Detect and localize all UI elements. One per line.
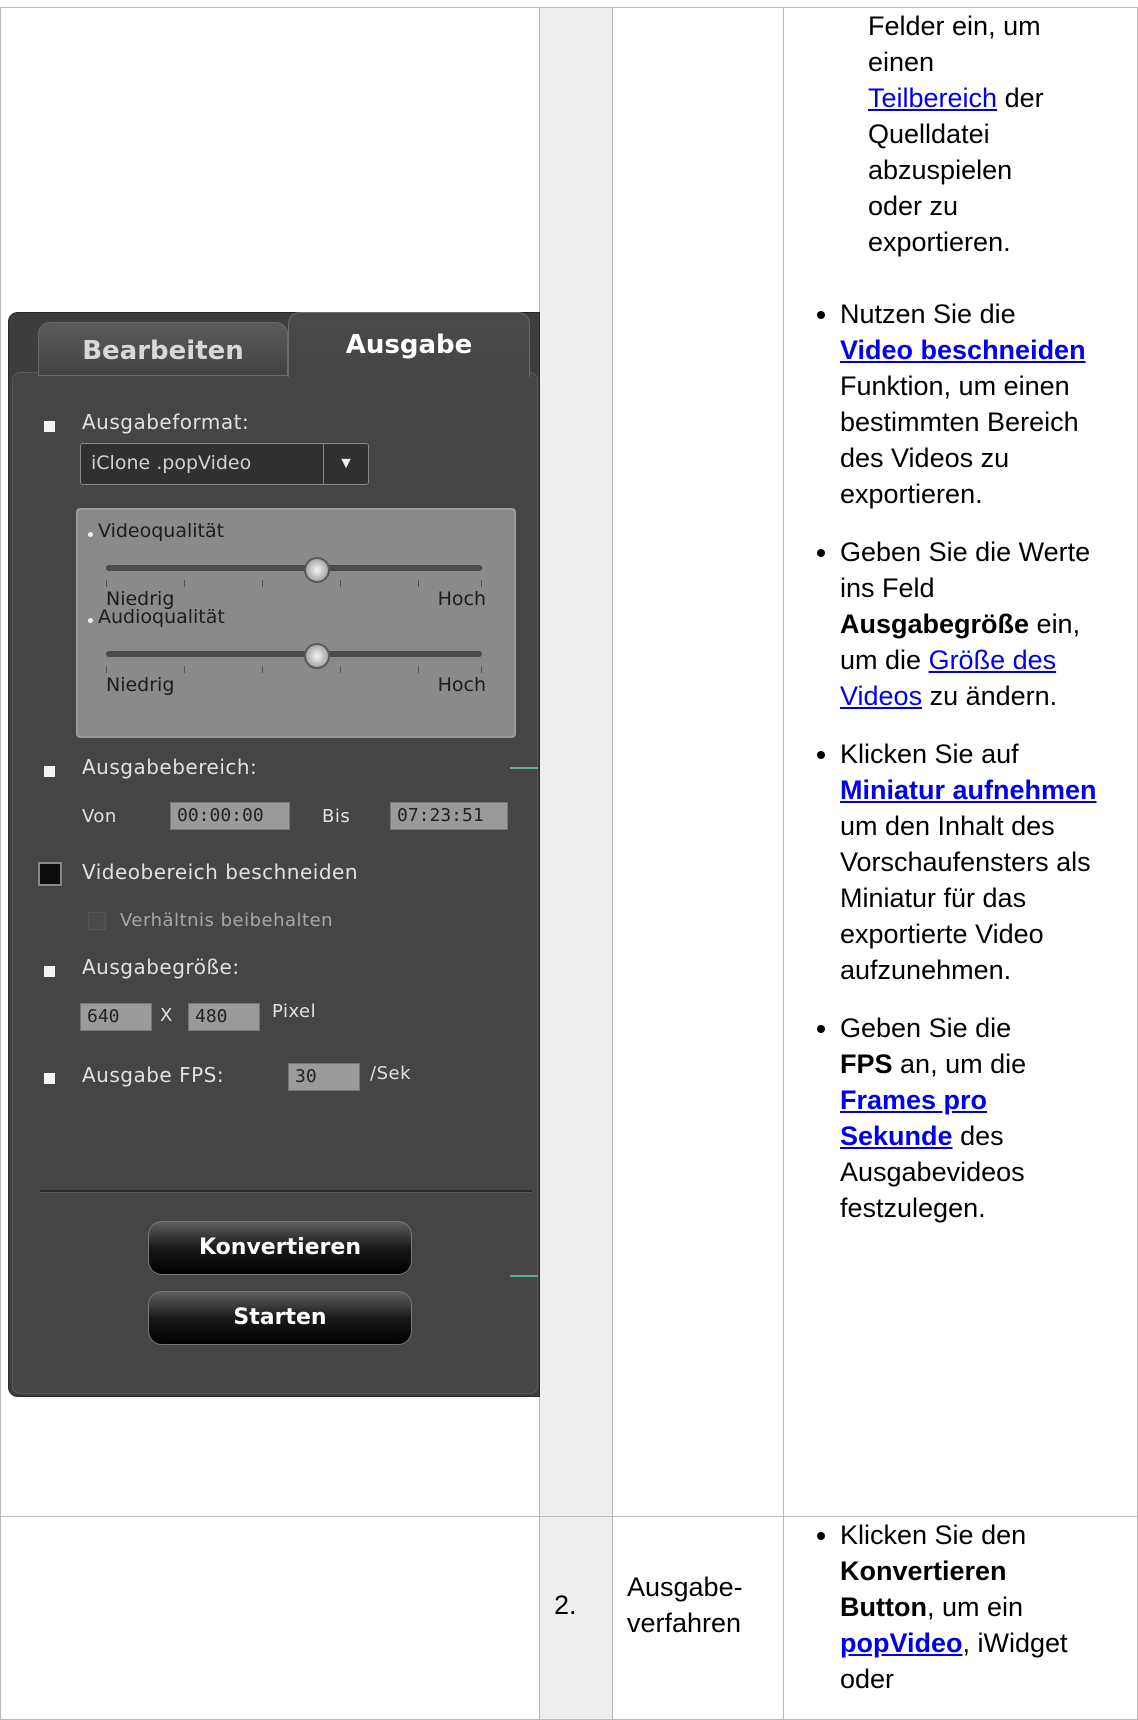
tick bbox=[481, 666, 482, 673]
bullet-text: Klicken Sie den bbox=[840, 1520, 1027, 1550]
intro-line-4: Quelldatei bbox=[868, 119, 990, 149]
audio-high-label: Hoch bbox=[437, 674, 486, 696]
from-label: Von bbox=[82, 806, 117, 827]
audio-quality-slider[interactable] bbox=[106, 651, 482, 657]
intro-line-2: einen bbox=[868, 47, 935, 77]
fps-label: Ausgabe FPS: bbox=[82, 1063, 225, 1087]
teilbereich-link[interactable]: Teilbereich bbox=[868, 83, 997, 113]
audio-quality-knob[interactable] bbox=[303, 643, 330, 669]
tab-bearbeiten[interactable]: Bearbeiten bbox=[38, 322, 288, 376]
tick bbox=[418, 666, 419, 673]
width-input[interactable]: 640 bbox=[80, 1003, 152, 1031]
tick bbox=[418, 580, 419, 587]
crop-label: Videobereich beschneiden bbox=[82, 860, 359, 884]
bullet-fps: Geben Sie die FPS an, um die Frames pro … bbox=[840, 1010, 1104, 1226]
video-quality-knob[interactable] bbox=[303, 557, 330, 583]
step-number: 2. bbox=[554, 1590, 577, 1620]
bullet-output-size: Geben Sie die Werte ins Feld Ausgabegröß… bbox=[840, 534, 1104, 714]
bullet-dot-icon bbox=[88, 532, 93, 537]
divider-accent bbox=[510, 767, 538, 769]
start-button[interactable]: Starten bbox=[148, 1291, 412, 1345]
section-bullet bbox=[44, 766, 55, 777]
video-quality-label: Videoqualität bbox=[98, 520, 225, 542]
popvideo-link[interactable]: popVideo bbox=[840, 1628, 963, 1658]
tick bbox=[481, 580, 482, 587]
from-time-input[interactable]: 00:00:00 bbox=[170, 802, 290, 830]
bullet-convert: Klicken Sie den Konvertieren Button, um … bbox=[840, 1517, 1104, 1697]
keep-ratio-checkbox[interactable] bbox=[88, 912, 106, 930]
bullet-video-crop: Nutzen Sie die Video beschneiden Funktio… bbox=[840, 296, 1104, 512]
per-sec-label: /Sek bbox=[370, 1063, 411, 1084]
tick bbox=[262, 666, 263, 673]
x-label: X bbox=[160, 1005, 173, 1026]
bullet-text: Funktion, um einen bestimmten Bereich de… bbox=[840, 371, 1079, 509]
bullet-text: , um ein bbox=[926, 1592, 1024, 1622]
bold-term: FPS bbox=[840, 1049, 893, 1079]
bullet-text: um den Inhalt des Vorschaufensters als M… bbox=[840, 811, 1091, 985]
keep-ratio-label: Verhältnis beibehalten bbox=[120, 910, 334, 931]
bullet-text: zu ändern. bbox=[929, 681, 1058, 711]
intro-line-6: oder zu bbox=[868, 191, 959, 221]
crop-checkbox[interactable] bbox=[38, 862, 62, 886]
intro-line-7: exportieren. bbox=[868, 227, 1011, 257]
audio-quality-label: Audioqualität bbox=[98, 606, 225, 628]
to-label: Bis bbox=[322, 806, 351, 827]
step-name-cell-2: Ausgabe-verfahren bbox=[612, 1516, 784, 1720]
step-name-cell bbox=[612, 7, 784, 1517]
divider-accent bbox=[510, 1275, 538, 1277]
panel-divider bbox=[40, 1190, 532, 1193]
screenshot-cell-2 bbox=[0, 1516, 540, 1720]
video-quality-slider[interactable] bbox=[106, 565, 482, 571]
convert-button[interactable]: Konvertieren bbox=[148, 1221, 412, 1275]
bullet-text: Klicken Sie auf bbox=[840, 739, 1019, 769]
tick bbox=[184, 580, 185, 587]
intro-line-1: Felder ein, um bbox=[868, 11, 1041, 41]
step-number-cell-2: 2. bbox=[539, 1516, 613, 1720]
tab-ausgabe[interactable]: Ausgabe bbox=[288, 312, 530, 377]
miniatur-aufnehmen-link[interactable]: Miniatur aufnehmen bbox=[840, 775, 1097, 805]
fps-input[interactable]: 30 bbox=[288, 1063, 360, 1091]
bullet-thumbnail: Klicken Sie auf Miniatur aufnehmen um de… bbox=[840, 736, 1104, 988]
tick bbox=[106, 580, 107, 587]
tick bbox=[262, 580, 263, 587]
bullet-text: Nutzen Sie die bbox=[840, 299, 1016, 329]
bold-term: Ausgabegröße bbox=[840, 609, 1030, 639]
section-bullet bbox=[44, 1073, 55, 1084]
output-range-label: Ausgabebereich: bbox=[82, 755, 258, 779]
pixel-label: Pixel bbox=[272, 1001, 317, 1022]
audio-low-label: Niedrig bbox=[106, 674, 175, 696]
bullet-dot-icon bbox=[88, 618, 93, 623]
description-cell-2: Klicken Sie den Konvertieren Button, um … bbox=[783, 1516, 1138, 1720]
intro-line-3: der bbox=[1004, 83, 1044, 113]
bullet-text: Geben Sie die Werte ins Feld bbox=[840, 537, 1091, 603]
tick bbox=[340, 666, 341, 673]
chevron-down-icon[interactable]: ▼ bbox=[323, 444, 368, 484]
section-bullet bbox=[44, 966, 55, 977]
output-format-dropdown[interactable]: iClone .popVideo ▼ bbox=[80, 443, 369, 485]
video-beschneiden-link[interactable]: Video beschneiden bbox=[840, 335, 1086, 365]
tick bbox=[340, 580, 341, 587]
quality-box: Videoqualität Niedrig Hoch Audioqualität… bbox=[76, 508, 516, 738]
output-format-label: Ausgabeformat: bbox=[82, 410, 250, 434]
height-input[interactable]: 480 bbox=[188, 1003, 260, 1031]
video-high-label: Hoch bbox=[437, 588, 486, 610]
output-size-label: Ausgabegröße: bbox=[82, 955, 240, 979]
bullet-list: Nutzen Sie die Video beschneiden Funktio… bbox=[784, 296, 1104, 1226]
to-time-input[interactable]: 07:23:51 bbox=[390, 802, 508, 830]
output-format-value: iClone .popVideo bbox=[91, 452, 252, 474]
tick bbox=[184, 666, 185, 673]
bullet-text: an, um die bbox=[900, 1049, 1027, 1079]
bullet-text: Geben Sie die bbox=[840, 1013, 1012, 1043]
intro-text: Felder ein, um einen Teilbereich der Que… bbox=[784, 8, 1137, 260]
step-name: Ausgabe-verfahren bbox=[627, 1572, 743, 1638]
description-cell: Felder ein, um einen Teilbereich der Que… bbox=[783, 7, 1138, 1517]
intro-line-5: abzuspielen bbox=[868, 155, 1013, 185]
section-bullet bbox=[44, 421, 55, 432]
bullet-list-2: Klicken Sie den Konvertieren Button, um … bbox=[784, 1517, 1104, 1697]
step-number-cell bbox=[539, 7, 613, 1517]
tick bbox=[106, 666, 107, 673]
